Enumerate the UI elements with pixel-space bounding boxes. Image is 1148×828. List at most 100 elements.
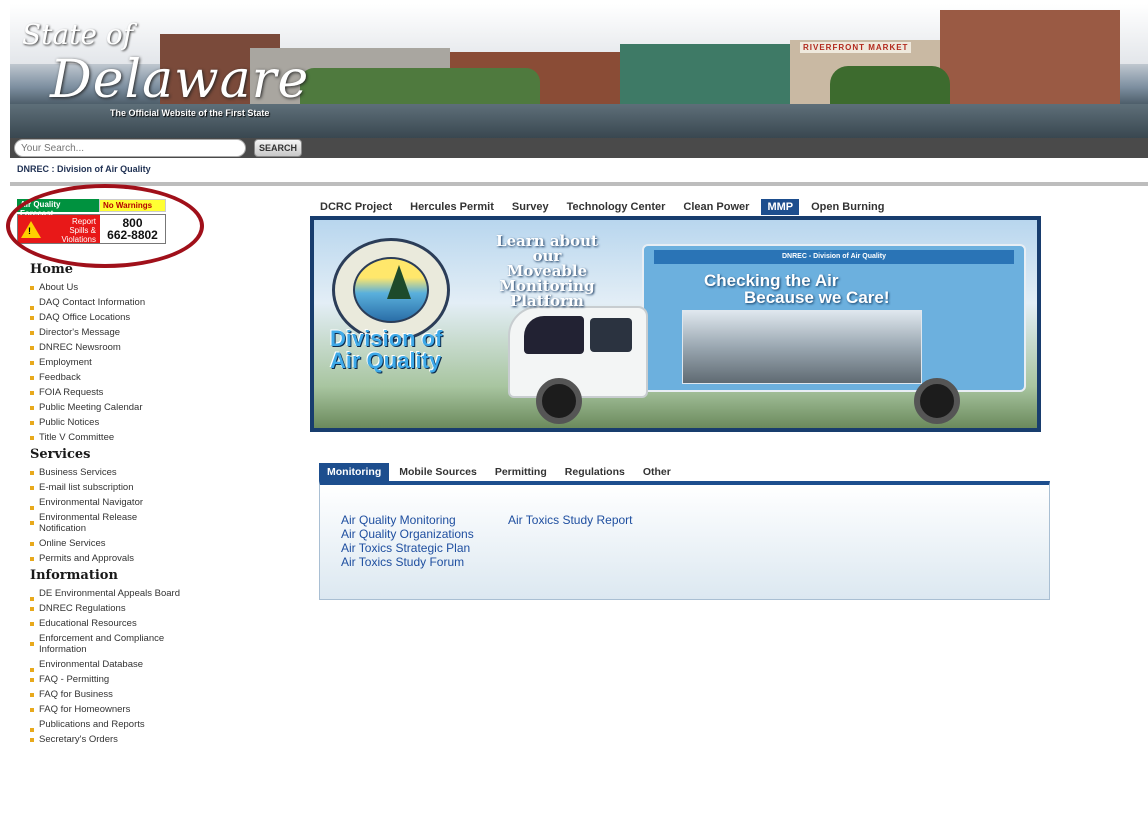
nav-link[interactable]: Employment — [30, 357, 180, 368]
bullet-icon — [30, 306, 34, 310]
tab-clean-power[interactable]: Clean Power — [677, 199, 755, 215]
learn-about-text: Learn about our Moveable Monitoring Plat… — [492, 234, 602, 309]
nav-link[interactable]: About Us — [30, 282, 180, 293]
bullet-icon — [30, 542, 34, 546]
nav-link[interactable]: FAQ - Permitting — [30, 674, 180, 685]
truck-windshield — [524, 316, 584, 354]
bullet-icon — [30, 506, 34, 510]
nav-link[interactable]: DAQ Office Locations — [30, 312, 180, 323]
monitoring-links-column: Air Toxics Study Report — [508, 513, 633, 527]
breadcrumb: DNREC : Division of Air Quality — [17, 164, 151, 174]
nav-link[interactable]: FAQ for Business — [30, 689, 180, 700]
nav-heading-information: Information — [30, 568, 118, 583]
link-air-toxics-study-report[interactable]: Air Toxics Study Report — [508, 513, 633, 527]
information-links: DE Environmental Appeals Board DNREC Reg… — [30, 588, 180, 745]
link-air-toxics-study-forum[interactable]: Air Toxics Study Forum — [341, 555, 474, 569]
link-air-quality-monitoring[interactable]: Air Quality Monitoring — [341, 513, 474, 527]
nav-link[interactable]: DAQ Contact Information — [30, 297, 180, 310]
bullet-icon — [30, 406, 34, 410]
header-divider — [10, 182, 1148, 186]
tab-mmp[interactable]: MMP — [761, 199, 800, 215]
mmp-feature-banner[interactable]: Division of Air Quality DNREC - Division… — [310, 216, 1041, 432]
tab-dcrc-project[interactable]: DCRC Project — [314, 199, 398, 215]
bullet-icon — [30, 668, 34, 672]
nav-link[interactable]: DE Environmental Appeals Board — [30, 588, 180, 601]
monitoring-panel: Air Quality Monitoring Air Quality Organ… — [319, 481, 1050, 600]
truck-wheel — [914, 378, 960, 424]
learn-line: Platform — [510, 292, 584, 310]
tab-technology-center[interactable]: Technology Center — [561, 199, 672, 215]
logo-delaware-text: Delaware — [50, 50, 310, 110]
division-line: Air Quality — [330, 348, 442, 373]
tab-mobile-sources[interactable]: Mobile Sources — [391, 463, 485, 481]
bullet-icon — [30, 346, 34, 350]
topic-tabs: Monitoring Mobile Sources Permitting Reg… — [319, 463, 681, 481]
nav-link[interactable]: Online Services — [30, 538, 180, 549]
nav-link[interactable]: Environmental Navigator — [30, 497, 180, 510]
nav-link[interactable]: Business Services — [30, 467, 180, 478]
home-links: About Us DAQ Contact Information DAQ Off… — [30, 282, 180, 443]
tab-permitting[interactable]: Permitting — [487, 463, 555, 481]
bullet-icon — [30, 376, 34, 380]
bullet-icon — [30, 693, 34, 697]
tab-open-burning[interactable]: Open Burning — [805, 199, 890, 215]
link-air-toxics-strategic-plan[interactable]: Air Toxics Strategic Plan — [341, 541, 474, 555]
link-air-quality-organizations[interactable]: Air Quality Organizations — [341, 527, 474, 541]
nav-link[interactable]: Enforcement and Compliance Information — [30, 633, 180, 655]
nav-link[interactable]: FOIA Requests — [30, 387, 180, 398]
feature-tabs: DCRC Project Hercules Permit Survey Tech… — [314, 199, 896, 215]
mmp-feature-image[interactable]: Division of Air Quality DNREC - Division… — [314, 220, 1037, 428]
banner-building — [620, 44, 800, 104]
bullet-icon — [30, 708, 34, 712]
bullet-icon — [30, 728, 34, 732]
logo-state-text: State of — [22, 18, 134, 51]
bullet-icon — [30, 521, 34, 525]
division-line: Division of — [330, 326, 443, 351]
bullet-icon — [30, 607, 34, 611]
services-links: Business Services E-mail list subscripti… — [30, 467, 180, 564]
bullet-icon — [30, 391, 34, 395]
nav-link[interactable]: Environmental Release Notification — [30, 512, 180, 534]
tab-survey[interactable]: Survey — [506, 199, 555, 215]
search-bar: SEARCH — [10, 138, 1148, 158]
nav-link[interactable]: Director's Message — [30, 327, 180, 338]
nav-link[interactable]: E-mail list subscription — [30, 482, 180, 493]
nav-heading-services: Services — [30, 447, 91, 462]
nav-link[interactable]: Public Notices — [30, 417, 180, 428]
bullet-icon — [30, 436, 34, 440]
nav-link[interactable]: Title V Committee — [30, 432, 180, 443]
bullet-icon — [30, 738, 34, 742]
monitoring-links-column: Air Quality Monitoring Air Quality Organ… — [341, 513, 474, 569]
bullet-icon — [30, 331, 34, 335]
banner-trees — [300, 68, 540, 104]
banner-trees — [830, 66, 950, 104]
search-button[interactable]: SEARCH — [254, 139, 302, 157]
bullet-icon — [30, 622, 34, 626]
nav-link[interactable]: DNREC Newsroom — [30, 342, 180, 353]
bullet-icon — [30, 597, 34, 601]
nav-link[interactable]: Environmental Database — [30, 659, 180, 672]
tab-hercules-permit[interactable]: Hercules Permit — [404, 199, 500, 215]
riverfront-sign: RIVERFRONT MARKET — [800, 42, 912, 53]
tab-other[interactable]: Other — [635, 463, 679, 481]
search-input[interactable] — [14, 139, 246, 157]
bullet-icon — [30, 486, 34, 490]
bullet-icon — [30, 316, 34, 320]
nav-link[interactable]: Feedback — [30, 372, 180, 383]
tab-monitoring[interactable]: Monitoring — [319, 463, 390, 481]
division-title: Division of Air Quality — [330, 328, 442, 372]
truck-wheel — [536, 378, 582, 424]
nav-link[interactable]: Publications and Reports — [30, 719, 180, 732]
nav-link[interactable]: FAQ for Homeowners — [30, 704, 180, 715]
nav-link[interactable]: Educational Resources — [30, 618, 180, 629]
nav-link[interactable]: Public Meeting Calendar — [30, 402, 180, 413]
nav-link[interactable]: DNREC Regulations — [30, 603, 180, 614]
truck-slogan: Checking the Air Because we Care! — [704, 272, 890, 306]
left-navigation: Home About Us DAQ Contact Information DA… — [30, 262, 180, 749]
tab-regulations[interactable]: Regulations — [557, 463, 633, 481]
nav-link[interactable]: Permits and Approvals — [30, 553, 180, 564]
tree-icon — [387, 265, 411, 299]
nav-link[interactable]: Secretary's Orders — [30, 734, 180, 745]
slogan-line: Because we Care! — [744, 288, 890, 307]
bullet-icon — [30, 557, 34, 561]
